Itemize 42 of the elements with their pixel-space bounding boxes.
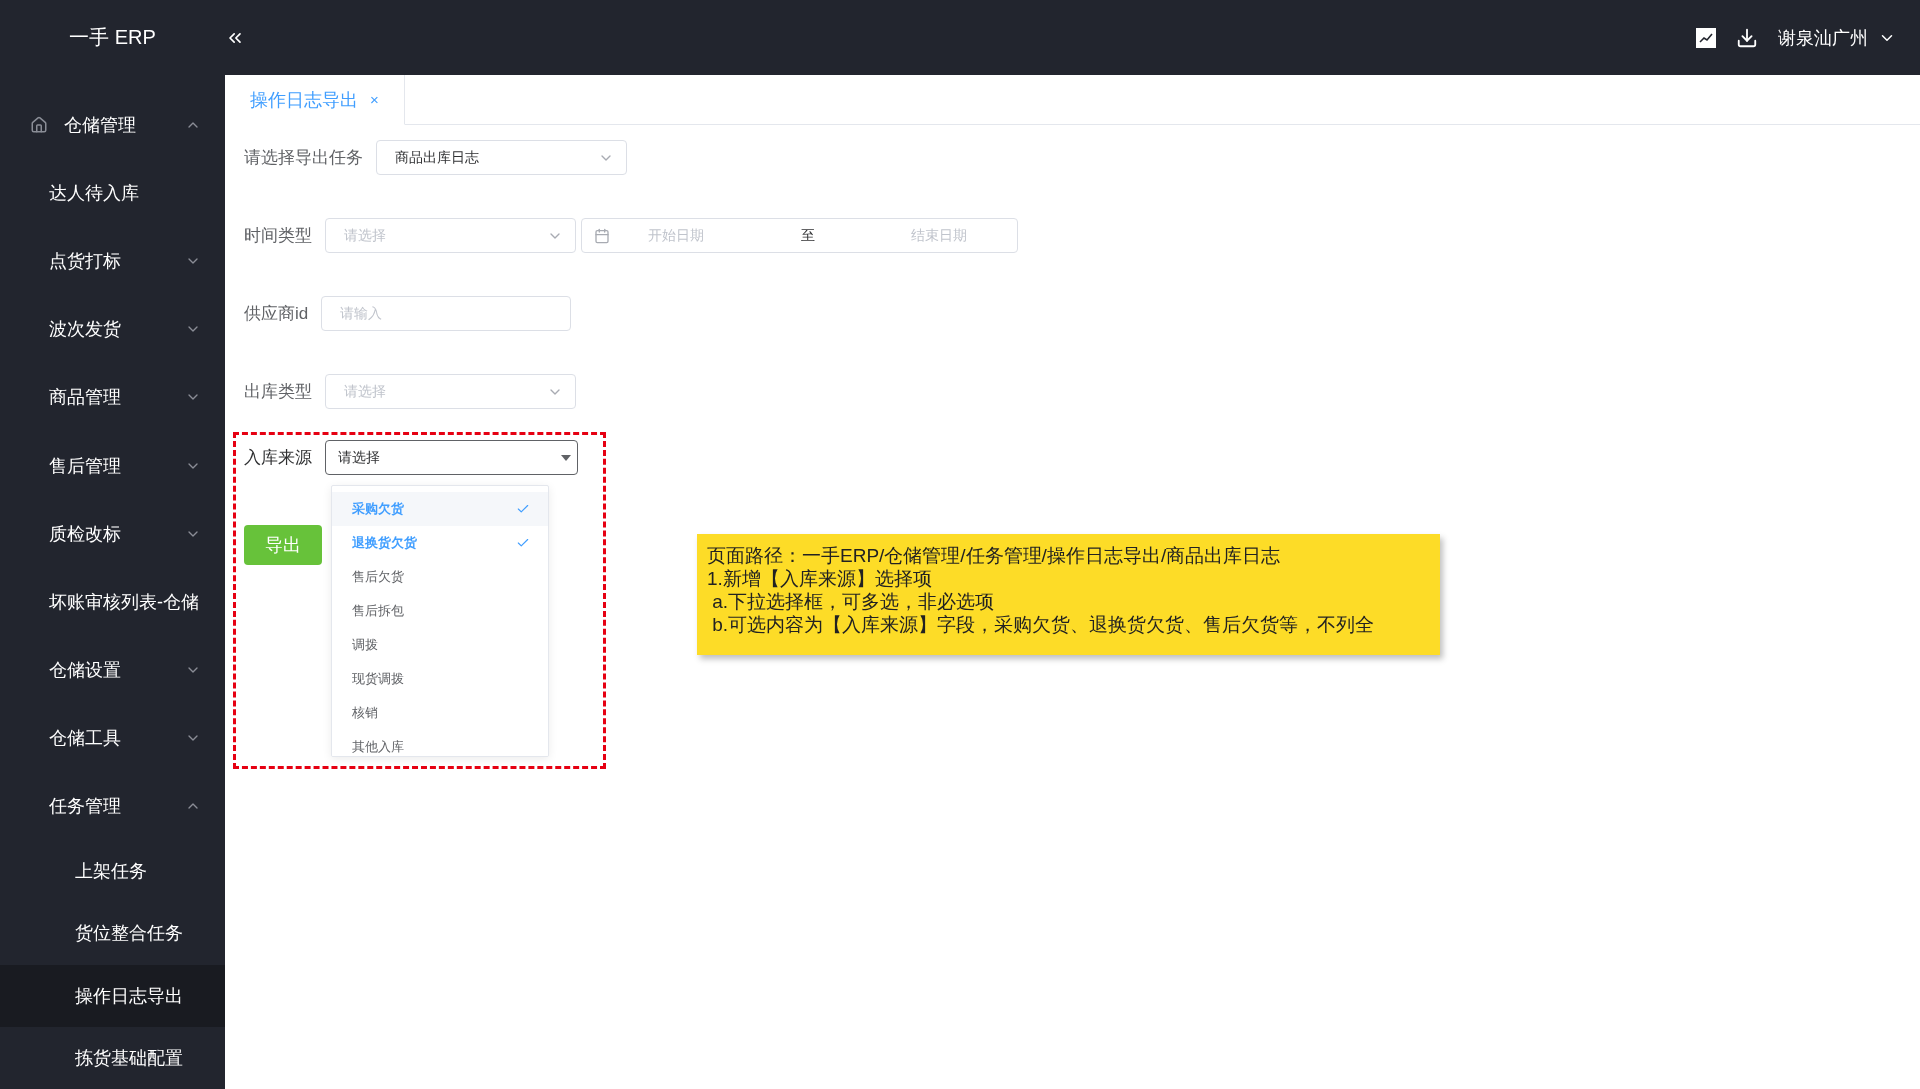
dropdown-option[interactable]: 核销: [332, 696, 548, 730]
menu-group[interactable]: 任务管理: [0, 772, 225, 841]
note-line: a.下拉选择框，可多选，非必选项: [711, 590, 996, 613]
calendar-icon: [594, 227, 610, 244]
select-field[interactable]: 商品出库日志: [376, 140, 627, 175]
download-icon[interactable]: [1736, 26, 1758, 49]
chart-icon[interactable]: [1696, 27, 1716, 48]
dropdown-option[interactable]: 其他入库: [332, 730, 548, 756]
field-label: 入库来源: [244, 447, 312, 469]
dropdown-option[interactable]: 调拨: [332, 628, 548, 662]
menu-group[interactable]: 售后管理: [0, 431, 225, 500]
date-range-field[interactable]: 开始日期 至 结束日期: [581, 218, 1018, 253]
menu-group[interactable]: 仓储管理: [0, 91, 225, 160]
field-label: 时间类型: [244, 225, 312, 247]
menu-group[interactable]: 仓储设置: [0, 635, 225, 704]
menu-item[interactable]: 拣货基础配置: [0, 1026, 225, 1089]
dropdown-option[interactable]: 售后拆包: [332, 594, 548, 628]
select-field[interactable]: 请选择: [325, 440, 578, 475]
dropdown-option[interactable]: 售后欠货: [332, 560, 548, 594]
caret-icon: [561, 454, 571, 461]
field-label: 请选择导出任务: [244, 147, 363, 169]
field-label: 出库类型: [244, 381, 312, 403]
menu-item[interactable]: 操作日志导出: [0, 964, 225, 1027]
menu-group[interactable]: 质检改标: [0, 499, 225, 568]
menu-item[interactable]: 上架任务: [0, 840, 225, 903]
menu-group[interactable]: 波次发货: [0, 295, 225, 364]
field-label: 供应商id: [244, 303, 309, 325]
note-line: 1.新增【入库来源】选择项: [707, 567, 933, 590]
menu-item[interactable]: 货位整合任务: [0, 902, 225, 965]
note-line: b.可选内容为【入库来源】字段，采购欠货、退换货欠货、售后欠货等，不列全: [711, 613, 1376, 636]
menu-group[interactable]: 仓储工具: [0, 704, 225, 773]
menu-group[interactable]: 商品管理: [0, 363, 225, 432]
check-icon: [516, 536, 530, 550]
check-icon: [516, 502, 530, 516]
menu-item[interactable]: 达人待入库: [0, 159, 225, 228]
app-logo: 一手 ERP: [68, 25, 157, 50]
home-icon: [30, 116, 48, 135]
menu-item[interactable]: 坏账审核列表-仓储: [0, 567, 225, 636]
user-name[interactable]: 谢泉汕广州: [1778, 25, 1868, 50]
note-line: 页面路径：一手ERP/仓储管理/任务管理/操作日志导出/商品出库日志: [707, 544, 1282, 567]
menu-group[interactable]: 点货打标: [0, 227, 225, 296]
dropdown-option[interactable]: 现货调拨: [332, 662, 548, 696]
